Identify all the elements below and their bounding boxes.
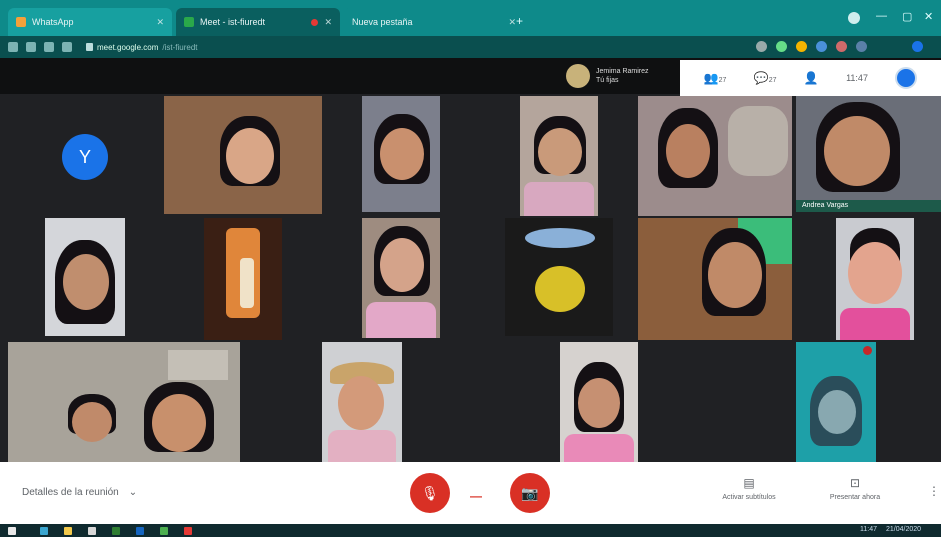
video-tile[interactable]: [560, 342, 638, 462]
people-icon[interactable]: 👥27: [704, 71, 727, 85]
close-tab-icon[interactable]: ✕: [508, 17, 516, 28]
present-label: Presentar ahora: [829, 494, 881, 501]
video-tile[interactable]: [45, 218, 125, 336]
chrome-taskbar-icon[interactable]: [160, 527, 168, 535]
present-now-button[interactable]: ⊡ Presentar ahora: [810, 476, 900, 501]
video-tile[interactable]: [836, 218, 914, 340]
recording-indicator-icon: [311, 18, 319, 26]
account-icon[interactable]: [912, 41, 923, 52]
video-tile[interactable]: [164, 96, 322, 214]
video-tile[interactable]: [204, 218, 282, 340]
back-icon[interactable]: [8, 42, 18, 52]
meeting-details-label: Detalles de la reunión: [22, 487, 119, 498]
video-tile[interactable]: [322, 342, 402, 462]
whatsapp-favicon-icon: [16, 17, 26, 27]
video-tile[interactable]: [8, 342, 240, 462]
camera-off-icon: 📷: [521, 484, 539, 501]
video-tile[interactable]: [520, 96, 598, 216]
tab-title: Meet - ist-fiuredt: [200, 17, 266, 27]
taskbar-app-icon[interactable]: [112, 527, 120, 535]
close-window-icon[interactable]: ✕: [924, 10, 933, 23]
tab-new[interactable]: Nueva pestaña ✕: [344, 8, 524, 36]
close-tab-icon[interactable]: ✕: [156, 17, 164, 28]
hang-up-button[interactable]: —: [470, 489, 482, 503]
extension-icon[interactable]: [796, 41, 807, 52]
video-tile[interactable]: [362, 218, 440, 338]
tab-whatsapp[interactable]: WhatsApp ✕: [8, 8, 172, 36]
participant-avatar: Y: [62, 134, 108, 180]
video-tile[interactable]: [796, 342, 876, 462]
taskbar-date: 21/04/2020: [886, 526, 922, 533]
close-tab-icon[interactable]: ✕: [324, 17, 332, 28]
start-icon[interactable]: [8, 527, 16, 535]
user-icon[interactable]: 👤: [804, 71, 819, 85]
home-icon[interactable]: [62, 42, 72, 52]
presenter-chip: Jemima Ramirez Tú fijas: [566, 64, 649, 88]
captions-label: Activar subtítulos: [722, 494, 776, 501]
taskbar-app-icon[interactable]: [136, 527, 144, 535]
profile-icon[interactable]: [848, 12, 860, 24]
extension-icon[interactable]: [816, 41, 827, 52]
chat-icon[interactable]: 💬27: [754, 71, 777, 85]
presenter-status: Tú fijas: [596, 77, 619, 84]
present-icon: ⊡: [849, 476, 861, 490]
mic-off-icon: 🎙: [421, 484, 439, 501]
meeting-time: 11:47: [846, 73, 868, 83]
url-host: meet.google.com: [97, 42, 159, 52]
video-tile[interactable]: [638, 96, 792, 216]
chat-count: 27: [768, 77, 777, 84]
extension-icon[interactable]: [776, 41, 787, 52]
tab-title: Nueva pestaña: [352, 17, 413, 27]
camera-toggle-button[interactable]: 📷: [510, 473, 550, 513]
more-options-icon[interactable]: ⋮: [928, 484, 940, 498]
extension-icon[interactable]: [856, 41, 867, 52]
taskbar-app-icon[interactable]: [40, 527, 48, 535]
extension-icon[interactable]: [836, 41, 847, 52]
url-path: /ist-fiuredt: [162, 42, 198, 52]
extension-icon[interactable]: [756, 41, 767, 52]
taskbar-clock: 11:47: [860, 526, 877, 533]
minimize-icon[interactable]: —: [876, 10, 887, 22]
people-count: 27: [718, 77, 727, 84]
new-tab-button[interactable]: +: [516, 14, 523, 28]
meet-top-actions: 👥27 💬27 👤 11:47: [680, 60, 941, 96]
tab-title: WhatsApp: [32, 17, 74, 27]
taskbar-app-icon[interactable]: [64, 527, 72, 535]
pinned-participant-name: Andrea Vargas: [802, 202, 849, 209]
muted-mic-icon: [863, 346, 872, 355]
screen: WhatsApp ✕ Meet - ist-fiuredt ✕ Nueva pe…: [0, 0, 941, 537]
reload-icon[interactable]: [44, 42, 54, 52]
video-tile-pinned[interactable]: Andrea Vargas: [796, 96, 941, 212]
taskbar-app-icon[interactable]: [88, 527, 96, 535]
meeting-details-button[interactable]: Detalles de la reunión ⌄: [22, 487, 137, 498]
video-tile[interactable]: [362, 96, 440, 212]
maximize-icon[interactable]: ▢: [902, 10, 912, 23]
presenter-avatar: [566, 64, 590, 88]
video-tile[interactable]: [638, 218, 792, 340]
video-tile[interactable]: [505, 218, 613, 336]
presenter-name: Jemima Ramirez: [596, 68, 649, 75]
os-taskbar: 11:47 21/04/2020: [0, 524, 941, 537]
meet-favicon-icon: [184, 17, 194, 27]
browser-tab-strip: WhatsApp ✕ Meet - ist-fiuredt ✕ Nueva pe…: [0, 0, 941, 36]
microphone-toggle-button[interactable]: 🎙: [410, 473, 450, 513]
lock-icon: [86, 43, 93, 51]
address-bar[interactable]: meet.google.com /ist-fiuredt: [86, 43, 198, 52]
captions-button[interactable]: ▤ Activar subtítulos: [704, 476, 794, 501]
forward-icon[interactable]: [26, 42, 36, 52]
tab-meet[interactable]: Meet - ist-fiuredt ✕: [176, 8, 340, 36]
taskbar-app-icon[interactable]: [184, 527, 192, 535]
self-avatar[interactable]: [895, 67, 918, 89]
captions-icon: ▤: [743, 476, 755, 490]
chevron-down-icon: ⌄: [128, 487, 138, 498]
